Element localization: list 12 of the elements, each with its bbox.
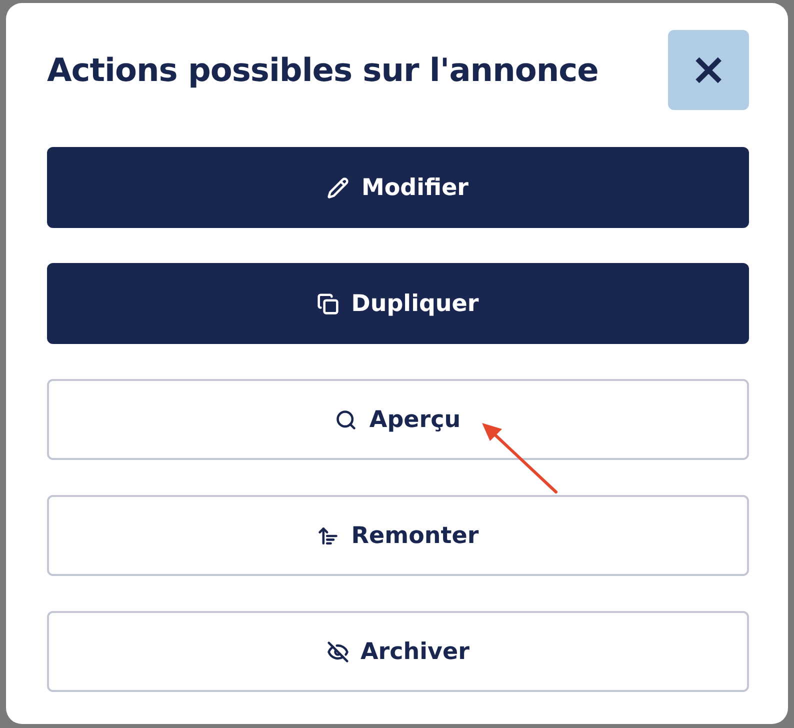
pencil-icon (327, 176, 350, 198)
action-button[interactable]: Modifier (47, 147, 749, 228)
search-icon (335, 408, 358, 430)
action-button[interactable]: Archiver (47, 611, 749, 692)
eye-off-icon (326, 640, 348, 662)
sort-icon (317, 524, 340, 546)
action-button[interactable]: Remonter (47, 495, 749, 576)
close-button[interactable]: × (668, 30, 749, 110)
copy-icon (317, 292, 340, 314)
dialog-title: Actions possibles sur l'annonce (47, 51, 598, 89)
action-button[interactable]: Dupliquer (47, 263, 749, 344)
action-button[interactable]: Aperçu (47, 379, 749, 460)
